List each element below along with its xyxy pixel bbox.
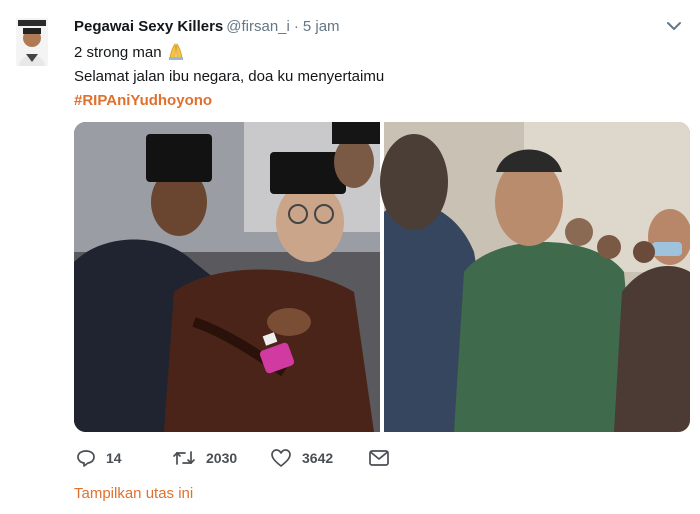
- retweet-icon: [173, 451, 195, 465]
- reply-count: 14: [106, 450, 122, 466]
- tweet-actions: 14 2030 3642: [74, 446, 434, 470]
- show-thread-link[interactable]: Tampilkan utas ini: [74, 485, 193, 502]
- retweet-count: 2030: [206, 450, 238, 466]
- tweet-text-line-2: Selamat jalan ibu negara, doa ku menyert…: [74, 68, 385, 85]
- reply-icon: [77, 450, 95, 467]
- like-button[interactable]: 3642: [270, 446, 333, 470]
- hashtag-link[interactable]: #RIPAniYudhoyono: [74, 91, 212, 111]
- tweet-timestamp[interactable]: 5 jam: [303, 18, 340, 35]
- author-handle[interactable]: @firsan_i: [226, 18, 290, 35]
- tweet-card[interactable]: Pegawai Sexy Killers @firsan_i · 5 jam 2 st…: [0, 0, 700, 514]
- avatar[interactable]: [16, 18, 48, 66]
- separator-dot: ·: [293, 18, 299, 35]
- author-name[interactable]: Pegawai Sexy Killers: [74, 18, 223, 35]
- reply-button[interactable]: 14: [76, 446, 122, 470]
- heart-icon: [271, 449, 291, 467]
- tweet-photo-grid[interactable]: [74, 122, 690, 432]
- photo-right[interactable]: [380, 122, 690, 432]
- envelope-icon: [369, 450, 389, 466]
- photo-left[interactable]: [74, 122, 380, 432]
- chevron-down-icon[interactable]: [666, 18, 682, 34]
- tweet-text-line-1: 2 strong man: [74, 42, 186, 66]
- like-count: 3642: [302, 450, 334, 466]
- tweet-header: Pegawai Sexy Killers @firsan_i · 5 jam: [74, 16, 340, 38]
- retweet-button[interactable]: 2030: [172, 446, 237, 470]
- direct-message-button[interactable]: [368, 446, 400, 470]
- folded-hands-icon: [166, 42, 186, 66]
- tweet-text: 2 strong man: [74, 44, 162, 61]
